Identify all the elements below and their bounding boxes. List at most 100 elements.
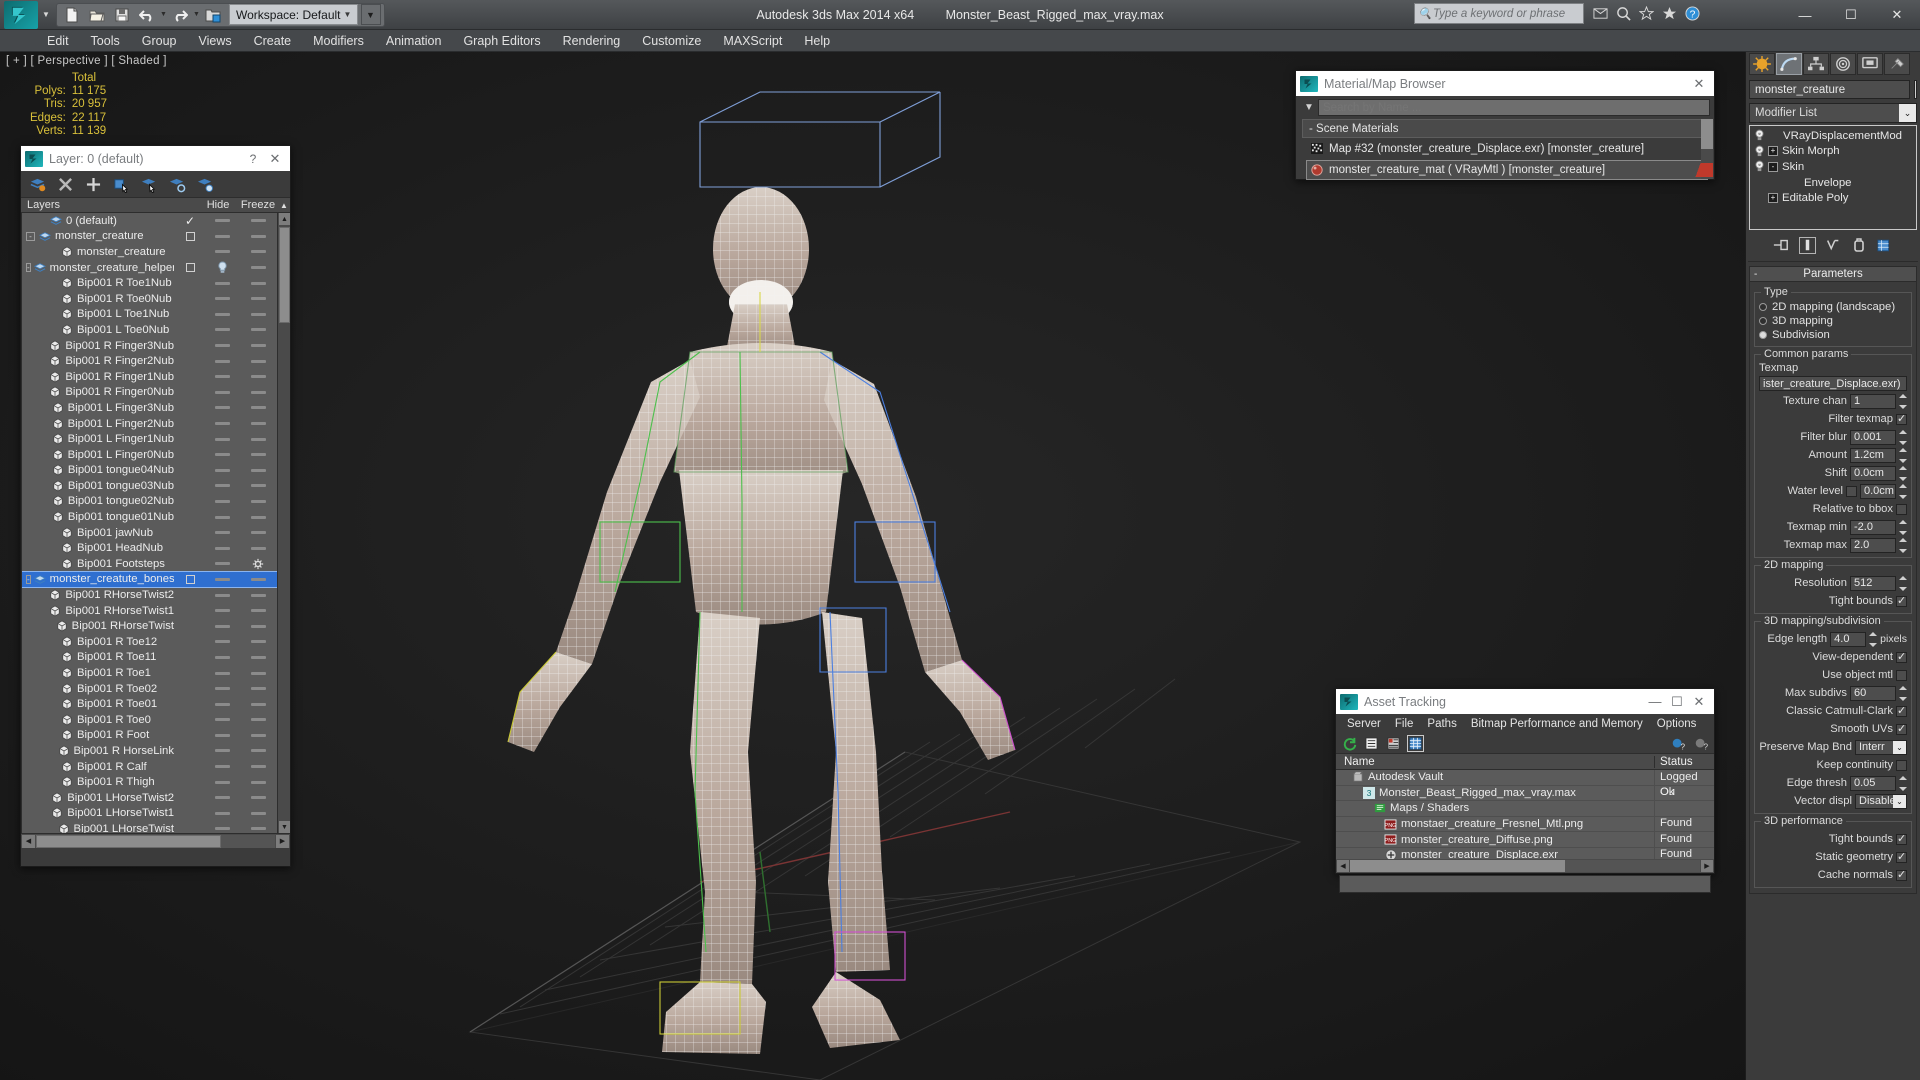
layer-hide-toggle[interactable] <box>206 702 238 706</box>
application-menu-caret-icon[interactable]: ▼ <box>40 10 52 19</box>
layer-row[interactable]: Bip001 R Toe12 <box>22 634 290 650</box>
layer-row[interactable]: - monster_creature_helpers <box>22 260 290 276</box>
layer-hide-toggle[interactable] <box>206 562 238 566</box>
show-end-result-icon[interactable] <box>1798 236 1816 254</box>
spinner-icon[interactable] <box>1899 483 1907 499</box>
list-view-icon[interactable] <box>1364 736 1379 751</box>
layer-row[interactable]: Bip001 R Foot <box>22 728 290 744</box>
layer-row[interactable]: - monster_creature <box>22 229 290 245</box>
parameter-row[interactable]: View-dependent <box>1759 649 1907 665</box>
parameter-row[interactable]: Filter blur 0.001 <box>1759 429 1907 445</box>
layer-hide-toggle[interactable] <box>206 655 238 659</box>
layer-hide-toggle[interactable] <box>206 765 238 769</box>
layer-list-vertical-scrollbar[interactable]: ▲ ▼ <box>277 213 290 833</box>
modifier-enable-bulb-icon[interactable] <box>1753 145 1766 158</box>
layer-freeze-toggle[interactable] <box>238 281 278 285</box>
layer-row[interactable]: Bip001 HeadNub <box>22 540 290 556</box>
layer-hide-toggle[interactable] <box>206 733 238 737</box>
display-tab-icon[interactable] <box>1857 53 1883 75</box>
layer-row[interactable]: Bip001 Footsteps <box>22 556 290 572</box>
menu-item-help[interactable]: Help <box>793 32 841 50</box>
save-file-icon[interactable] <box>110 4 134 25</box>
layer-hide-toggle[interactable] <box>206 671 238 675</box>
parameter-row[interactable]: Filter texmap <box>1759 411 1907 427</box>
spinner-icon[interactable] <box>1869 631 1878 647</box>
grid-view-icon[interactable] <box>1407 735 1424 752</box>
parameter-select[interactable]: Interr ⌄ <box>1855 739 1907 755</box>
asset-tracking-maximize-button[interactable]: ☐ <box>1666 691 1688 713</box>
layer-hide-toggle[interactable] <box>206 297 238 301</box>
layer-scroll-thumb[interactable] <box>279 227 290 323</box>
common-params-fields[interactable]: Texture chan1Filter texmapFilter blur0.0… <box>1759 393 1907 553</box>
type-radio-option[interactable]: 2D mapping (landscape) <box>1759 300 1907 314</box>
layer-row[interactable]: Bip001 tongue03Nub <box>22 478 290 494</box>
layer-row[interactable]: Bip001 L Toe0Nub <box>22 322 290 338</box>
layer-list-horizontal-scrollbar[interactable]: ◀ ▶ <box>21 833 290 848</box>
parameter-row[interactable]: Resolution 512 <box>1759 575 1907 591</box>
parameter-checkbox[interactable] <box>1896 669 1907 681</box>
modifier-enable-bulb-icon[interactable] <box>1753 160 1766 173</box>
layer-hscroll-right-icon[interactable]: ▶ <box>276 834 289 848</box>
menu-item-graph-editors[interactable]: Graph Editors <box>452 32 551 50</box>
material-browser-header[interactable]: Material/Map Browser ✕ <box>1296 71 1714 96</box>
parameter-row[interactable]: Texmap min -2.0 <box>1759 519 1907 535</box>
layer-freeze-toggle[interactable] <box>238 234 278 238</box>
workspace-chevron-down-icon[interactable]: ▼ <box>341 10 355 19</box>
layer-freeze-toggle[interactable] <box>238 765 278 769</box>
layer-freeze-toggle[interactable] <box>238 780 278 784</box>
layer-hscroll-thumb[interactable] <box>36 834 221 848</box>
parameter-checkbox[interactable] <box>1896 650 1907 663</box>
layer-freeze-toggle[interactable] <box>238 515 278 519</box>
remove-modifier-icon[interactable] <box>1851 237 1868 254</box>
layer-hide-toggle[interactable] <box>206 468 238 472</box>
object-color-swatch[interactable] <box>1914 80 1917 99</box>
parameter-checkbox[interactable] <box>1896 850 1907 863</box>
layer-freeze-toggle[interactable] <box>238 558 278 570</box>
asset-row[interactable]: PNG monstaer_creature_Fresnel_Mtl.png Foun… <box>1336 816 1714 833</box>
add-selection-icon[interactable] <box>85 176 102 193</box>
layer-hide-toggle[interactable] <box>206 422 238 426</box>
redo-dropdown-icon[interactable]: ▼ <box>193 11 200 18</box>
asset-hscroll-left-icon[interactable]: ◀ <box>1337 860 1349 872</box>
layer-row[interactable]: Bip001 L Toe1Nub <box>22 307 290 323</box>
layer-freeze-toggle[interactable] <box>238 577 278 581</box>
parameter-checkbox[interactable] <box>1896 832 1907 845</box>
asset-tracking-minimize-button[interactable]: — <box>1644 691 1666 713</box>
layer-row[interactable]: Bip001 L Finger3Nub <box>22 400 290 416</box>
layer-expander-icon[interactable]: - <box>26 231 35 241</box>
material-item-selected[interactable]: monster_creature_mat ( VRayMtl ) [monste… <box>1306 160 1708 180</box>
layer-row[interactable]: Bip001 LHorseTwist2 <box>22 790 290 806</box>
vault-login-icon[interactable]: ? <box>1670 736 1685 751</box>
layer-hide-toggle[interactable] <box>206 624 238 628</box>
layer-row[interactable]: Bip001 R Finger3Nub <box>22 338 290 354</box>
material-search-input[interactable] <box>1318 99 1710 116</box>
layer-row[interactable]: Bip001 R Thigh <box>22 774 290 790</box>
make-unique-icon[interactable] <box>1825 237 1842 254</box>
parameter-checkbox[interactable] <box>1846 485 1857 497</box>
parameter-row[interactable]: Preserve Map Bnd Interr ⌄ <box>1759 739 1907 755</box>
layer-panel-header[interactable]: Layer: 0 (default) ? ✕ <box>21 146 290 171</box>
layer-row[interactable]: Bip001 R Finger0Nub <box>22 385 290 401</box>
layer-freeze-toggle[interactable] <box>238 640 278 644</box>
layer-header-scroll-up-icon[interactable]: ▲ <box>278 201 290 210</box>
layer-freeze-toggle[interactable] <box>238 328 278 332</box>
layer-freeze-toggle[interactable] <box>238 250 278 254</box>
parameter-value[interactable]: 1.2cm <box>1850 447 1896 463</box>
layer-hide-toggle[interactable] <box>206 234 238 238</box>
layer-freeze-toggle[interactable] <box>238 827 278 831</box>
spinner-icon[interactable] <box>1899 519 1907 535</box>
subscription-center-icon[interactable] <box>1613 4 1633 24</box>
layer-row[interactable]: Bip001 R Toe0Nub <box>22 291 290 307</box>
layer-row[interactable]: Bip001 jawNub <box>22 525 290 541</box>
mapping-2d-fields[interactable]: Resolution 512 Tight bounds <box>1759 575 1907 609</box>
spinner-icon[interactable] <box>1899 447 1907 463</box>
layer-freeze-toggle[interactable] <box>238 422 278 426</box>
parameter-row[interactable]: Water level 0.0cm <box>1759 483 1907 499</box>
spinner-icon[interactable] <box>1899 575 1907 591</box>
undo-dropdown-icon[interactable]: ▼ <box>160 11 167 18</box>
layer-hide-toggle[interactable] <box>206 640 238 644</box>
layer-freeze-toggle[interactable] <box>238 219 278 223</box>
parameter-value[interactable]: 0.001 <box>1850 429 1896 445</box>
texmap-value-button[interactable]: ister_creature_Displace.exr) <box>1759 376 1907 391</box>
layer-freeze-toggle[interactable] <box>238 671 278 675</box>
